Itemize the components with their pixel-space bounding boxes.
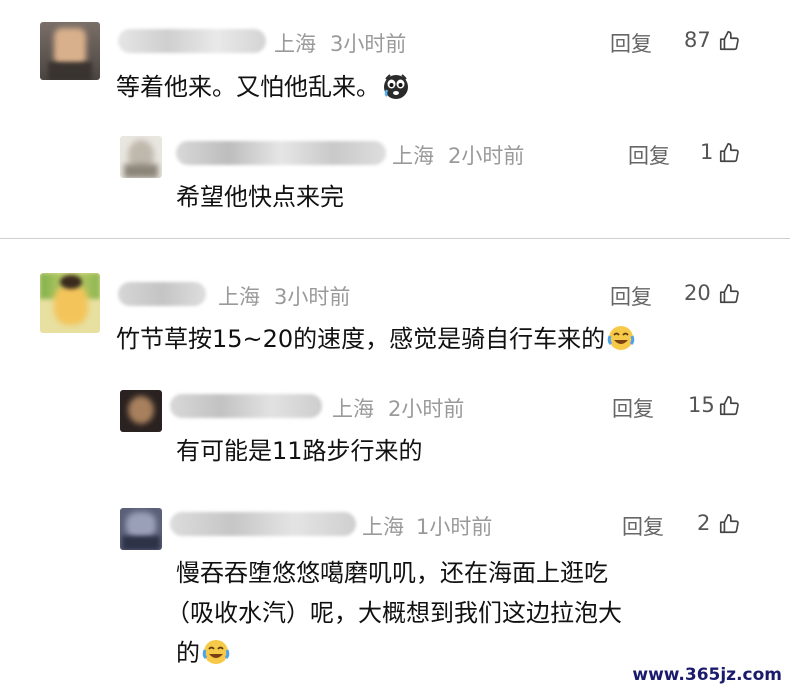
like-count: 87 — [684, 28, 711, 52]
avatar[interactable] — [120, 508, 162, 550]
like-count: 1 — [700, 140, 714, 164]
comment-text: 希望他快点来完 — [176, 183, 344, 211]
avatar[interactable] — [40, 22, 100, 80]
reply-button[interactable]: 回复 — [610, 28, 652, 58]
comment-time: 1小时前 — [416, 515, 493, 539]
like-count: 20 — [684, 281, 711, 305]
thumbs-up-icon[interactable] — [718, 395, 740, 417]
watermark: www.365jz.com — [632, 665, 782, 685]
avatar[interactable] — [120, 136, 162, 178]
avatar[interactable] — [40, 273, 100, 333]
username-blurred[interactable] — [176, 141, 386, 165]
comment-text-line-2: （吸收水汽）呢，大概想到我们这边拉泡大 — [166, 599, 622, 627]
username-blurred[interactable] — [170, 394, 322, 418]
thumbs-up-icon[interactable] — [718, 283, 740, 305]
comment-location: 上海 — [392, 144, 434, 168]
comment-time: 2小时前 — [388, 397, 465, 421]
comment-text-line-1: 慢吞吞堕悠悠噶磨叽叽，还在海面上逛吃 — [176, 559, 608, 587]
comment-time: 2小时前 — [448, 144, 525, 168]
comment-location: 上海 — [362, 515, 404, 539]
comment-time: 3小时前 — [330, 32, 407, 56]
comment-text-content: 的 — [176, 639, 200, 667]
avatar[interactable] — [120, 390, 162, 432]
username-blurred[interactable] — [118, 282, 206, 306]
thumbs-up-icon[interactable] — [718, 142, 740, 164]
comment-text-content: 等着他来。又怕他乱来。 — [116, 73, 380, 101]
comment-text: 有可能是11路步行来的 — [176, 437, 423, 465]
laughing-crying-face-icon — [607, 326, 635, 350]
comment-time: 3小时前 — [274, 285, 351, 309]
reply-button[interactable]: 回复 — [610, 281, 652, 311]
reply-button[interactable]: 回复 — [612, 393, 654, 423]
username-blurred[interactable] — [118, 29, 266, 53]
like-count: 15 — [688, 393, 715, 417]
reply-button[interactable]: 回复 — [622, 511, 664, 541]
comment-text-line-3: 的 — [176, 636, 230, 670]
thumbs-up-icon[interactable] — [718, 513, 740, 535]
divider — [0, 238, 790, 239]
like-count: 2 — [697, 511, 711, 535]
thumbs-up-icon[interactable] — [718, 30, 740, 52]
comment-location: 上海 — [218, 285, 260, 309]
laughing-crying-face-icon — [202, 640, 230, 664]
comment-location: 上海 — [274, 32, 316, 56]
scared-face-icon — [384, 74, 408, 99]
username-blurred[interactable] — [170, 512, 356, 536]
comment-text: 等着他来。又怕他乱来。 — [116, 70, 410, 104]
reply-button[interactable]: 回复 — [628, 140, 670, 170]
comment-location: 上海 — [332, 397, 374, 421]
comment-text-content: 竹节草按15~20的速度，感觉是骑自行车来的 — [116, 325, 606, 353]
comment-text: 竹节草按15~20的速度，感觉是骑自行车来的 — [116, 322, 635, 356]
